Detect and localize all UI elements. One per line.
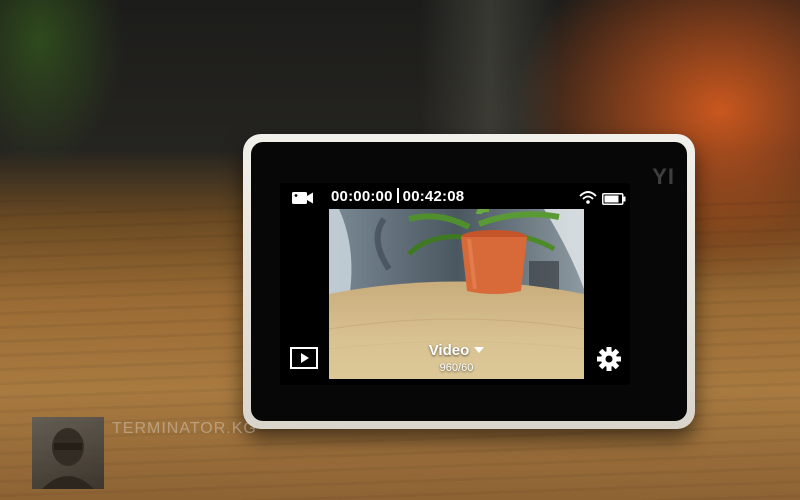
brand-logo: YI (652, 164, 675, 189)
mode-selector[interactable]: Video (329, 342, 584, 359)
mode-label: Video (428, 342, 470, 359)
remaining-time: 00:42:08 (402, 188, 465, 205)
chevron-down-icon (474, 347, 485, 353)
wifi-icon (578, 190, 598, 211)
battery-icon (602, 192, 626, 210)
gear-icon[interactable] (596, 346, 622, 377)
watermark-text: TERMINATOR.KG (112, 420, 257, 437)
video-camera-icon (292, 191, 314, 210)
recording-timecode: 00:00:00 00:42:08 (331, 188, 464, 205)
resolution-label: 960/60 (439, 362, 474, 374)
playback-icon[interactable] (290, 347, 318, 374)
avatar-icon (32, 417, 104, 489)
time-divider (396, 188, 399, 203)
elapsed-time: 00:00:00 (331, 188, 393, 205)
